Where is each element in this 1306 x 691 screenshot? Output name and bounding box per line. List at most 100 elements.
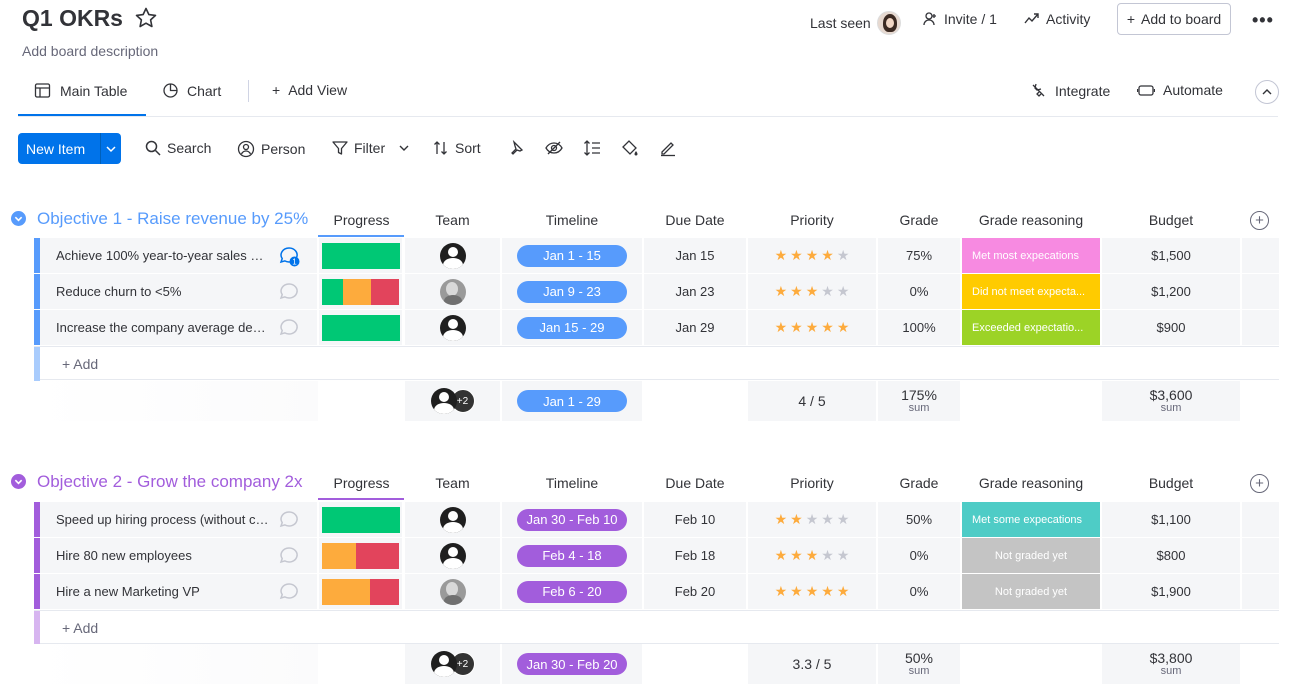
updates-chat-icon[interactable] <box>278 581 300 603</box>
sort-button[interactable]: Sort <box>433 140 481 156</box>
filter-button[interactable]: Filter <box>332 140 409 156</box>
grade-reasoning-cell[interactable]: Met most expecations <box>962 238 1100 273</box>
grade-reasoning-cell[interactable]: Not graded yet <box>962 538 1100 573</box>
item-name-cell[interactable]: Speed up hiring process (without comprom… <box>40 502 317 537</box>
item-name-cell[interactable]: Hire 80 new employees <box>40 538 317 573</box>
grade-reasoning-cell[interactable]: Exceeded expectatio... <box>962 310 1100 345</box>
column-header-priority[interactable]: Priority <box>748 212 876 228</box>
collapse-header-button[interactable] <box>1255 80 1279 104</box>
column-header-team[interactable]: Team <box>405 212 500 228</box>
star-filled-icon[interactable]: ★ <box>790 283 803 300</box>
grade-cell[interactable]: 100% <box>878 310 960 345</box>
updates-chat-icon[interactable]: 1 <box>278 245 300 267</box>
updates-chat-icon[interactable] <box>278 281 300 303</box>
add-item-row[interactable]: + Add <box>34 346 1279 381</box>
item-name-cell[interactable]: Reduce churn to <5% <box>40 274 317 309</box>
team-cell[interactable] <box>405 238 500 273</box>
table-row[interactable]: Hire a new Marketing VP Feb 6 - 20 Feb 2… <box>34 574 1279 609</box>
grade-reasoning-cell[interactable]: Did not meet expecta... <box>962 274 1100 309</box>
star-filled-icon[interactable]: ★ <box>775 247 788 264</box>
pin-icon[interactable] <box>507 139 525 157</box>
timeline-cell[interactable]: Jan 1 - 15 <box>502 238 642 273</box>
column-header-budget[interactable]: Budget <box>1102 212 1240 228</box>
timeline-cell[interactable]: Jan 30 - Feb 10 <box>502 502 642 537</box>
star-empty-icon[interactable]: ★ <box>821 547 834 564</box>
due-date-cell[interactable]: Jan 23 <box>644 274 746 309</box>
updates-chat-icon[interactable] <box>278 317 300 339</box>
star-filled-icon[interactable]: ★ <box>775 511 788 528</box>
progress-cell[interactable] <box>319 274 402 309</box>
column-header-grade[interactable]: Grade <box>878 475 960 491</box>
person-filter-button[interactable]: Person <box>237 140 305 158</box>
star-filled-icon[interactable]: ★ <box>790 547 803 564</box>
hide-eye-icon[interactable] <box>545 139 563 157</box>
integrate-button[interactable]: Integrate <box>1030 82 1110 99</box>
timeline-cell[interactable]: Jan 9 - 23 <box>502 274 642 309</box>
due-date-cell[interactable]: Jan 29 <box>644 310 746 345</box>
invite-button[interactable]: Invite / 1 <box>922 11 997 27</box>
chevron-down-icon[interactable] <box>399 143 409 153</box>
grade-reasoning-cell[interactable]: Not graded yet <box>962 574 1100 609</box>
column-header-team[interactable]: Team <box>405 475 500 491</box>
collapse-group-icon[interactable] <box>11 211 26 226</box>
add-column-icon[interactable]: + <box>1250 211 1269 230</box>
budget-cell[interactable]: $1,900 <box>1102 574 1240 609</box>
star-filled-icon[interactable]: ★ <box>821 319 834 336</box>
due-date-cell[interactable]: Feb 20 <box>644 574 746 609</box>
star-empty-icon[interactable]: ★ <box>837 247 850 264</box>
team-cell[interactable] <box>405 574 500 609</box>
board-description[interactable]: Add board description <box>22 43 158 59</box>
add-column-icon[interactable]: + <box>1250 474 1269 493</box>
star-empty-icon[interactable]: ★ <box>821 511 834 528</box>
add-to-board-button[interactable]: + Add to board <box>1117 3 1231 35</box>
timeline-cell[interactable]: Feb 6 - 20 <box>502 574 642 609</box>
star-filled-icon[interactable]: ★ <box>837 583 850 600</box>
star-empty-icon[interactable]: ★ <box>821 283 834 300</box>
budget-cell[interactable]: $900 <box>1102 310 1240 345</box>
column-header-due-date[interactable]: Due Date <box>644 475 746 491</box>
star-filled-icon[interactable]: ★ <box>775 583 788 600</box>
star-filled-icon[interactable]: ★ <box>775 319 788 336</box>
group-title[interactable]: Objective 1 - Raise revenue by 25% <box>37 209 312 229</box>
timeline-cell[interactable]: Jan 15 - 29 <box>502 310 642 345</box>
progress-cell[interactable] <box>319 310 402 345</box>
chevron-down-icon[interactable] <box>101 144 121 154</box>
team-cell[interactable] <box>405 502 500 537</box>
column-header-grade-reasoning[interactable]: Grade reasoning <box>962 212 1100 228</box>
priority-rating-cell[interactable]: ★ ★ ★ ★ ★ <box>748 310 876 345</box>
star-filled-icon[interactable]: ★ <box>821 247 834 264</box>
column-header-timeline[interactable]: Timeline <box>502 475 642 491</box>
grade-cell[interactable]: 0% <box>878 574 960 609</box>
grade-cell[interactable]: 75% <box>878 238 960 273</box>
edit-pen-icon[interactable] <box>659 139 677 157</box>
priority-rating-cell[interactable]: ★ ★ ★ ★ ★ <box>748 502 876 537</box>
star-empty-icon[interactable]: ★ <box>806 511 819 528</box>
priority-rating-cell[interactable]: ★ ★ ★ ★ ★ <box>748 538 876 573</box>
group-title[interactable]: Objective 2 - Grow the company 2x <box>37 472 312 492</box>
star-filled-icon[interactable]: ★ <box>790 319 803 336</box>
star-filled-icon[interactable]: ★ <box>806 247 819 264</box>
automate-button[interactable]: Automate <box>1137 82 1223 98</box>
budget-cell[interactable]: $800 <box>1102 538 1240 573</box>
new-item-button[interactable]: New Item <box>18 133 121 164</box>
column-header-priority[interactable]: Priority <box>748 475 876 491</box>
team-cell[interactable] <box>405 310 500 345</box>
add-view-button[interactable]: + Add View <box>272 82 347 98</box>
budget-cell[interactable]: $1,500 <box>1102 238 1240 273</box>
column-header-due-date[interactable]: Due Date <box>644 212 746 228</box>
timeline-cell[interactable]: Feb 4 - 18 <box>502 538 642 573</box>
star-empty-icon[interactable]: ★ <box>837 511 850 528</box>
updates-chat-icon[interactable] <box>278 509 300 531</box>
grade-cell[interactable]: 50% <box>878 502 960 537</box>
team-cell[interactable] <box>405 274 500 309</box>
budget-cell[interactable]: $1,100 <box>1102 502 1240 537</box>
table-row[interactable]: Increase the company average deal size J… <box>34 310 1279 345</box>
board-title[interactable]: Q1 OKRs <box>22 5 123 32</box>
star-filled-icon[interactable]: ★ <box>806 283 819 300</box>
star-filled-icon[interactable]: ★ <box>775 547 788 564</box>
star-filled-icon[interactable]: ★ <box>790 511 803 528</box>
paint-bucket-icon[interactable] <box>621 139 639 157</box>
due-date-cell[interactable]: Feb 18 <box>644 538 746 573</box>
star-filled-icon[interactable]: ★ <box>790 247 803 264</box>
table-row[interactable]: Reduce churn to <5% Jan 9 - 23 Jan 23 ★ ★… <box>34 274 1279 309</box>
